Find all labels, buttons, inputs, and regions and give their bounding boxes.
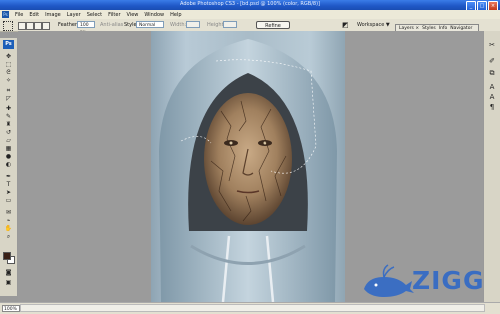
app-logo: Ps	[2, 11, 9, 18]
zoom-icon[interactable]: ⌕	[4, 234, 13, 240]
quick-mask-icon[interactable]: ◙	[4, 270, 13, 276]
screen-mode-icon[interactable]: ▣	[4, 280, 13, 286]
tools-icon[interactable]: ✂	[488, 41, 496, 49]
lasso-icon[interactable]: ᘓ	[4, 70, 13, 76]
menu-file[interactable]: File	[12, 12, 26, 18]
menu-filter[interactable]: Filter	[105, 12, 123, 18]
workspace-button[interactable]: Workspace ▼	[357, 22, 390, 28]
window-title: Adobe Photoshop CS3 - [bd.psd @ 100% (co…	[180, 1, 320, 7]
foreground-color-swatch[interactable]	[3, 252, 11, 260]
zoom-field[interactable]: 100%	[2, 305, 20, 312]
history-brush-icon[interactable]: ↺	[4, 130, 13, 136]
char-icon[interactable]: A	[488, 93, 496, 101]
menu-view[interactable]: View	[124, 12, 142, 18]
menu-edit[interactable]: Edit	[26, 12, 42, 18]
slice-icon[interactable]: ◸	[4, 96, 13, 102]
magic-wand-icon[interactable]: ✧	[4, 78, 13, 84]
brush-panel-icon[interactable]: ✐	[488, 57, 496, 65]
document-canvas[interactable]	[151, 31, 345, 302]
ps-badge: Ps	[3, 40, 14, 49]
blur-icon[interactable]: ●	[4, 154, 13, 160]
dodge-icon[interactable]: ◐	[4, 162, 13, 168]
notes-icon[interactable]: ✉	[4, 210, 13, 216]
feather-input[interactable]: 100 px	[77, 21, 95, 35]
horizontal-scrollbar[interactable]	[20, 304, 485, 312]
hand-icon[interactable]: ✋	[4, 226, 13, 232]
menu-help[interactable]: Help	[167, 12, 184, 18]
height-input[interactable]	[223, 21, 237, 28]
marquee-preset-icon[interactable]	[3, 21, 13, 31]
width-label: Width:	[170, 22, 187, 28]
title-bar: Adobe Photoshop CS3 - [bd.psd @ 100% (co…	[0, 0, 500, 11]
eraser-icon[interactable]: ▱	[4, 138, 13, 144]
path-select-icon[interactable]: ➤	[4, 190, 13, 196]
marquee-icon[interactable]: ⬚	[4, 62, 13, 68]
antialias-label: Anti-alias	[100, 22, 124, 28]
portrait-image	[159, 39, 337, 302]
zigg-watermark: ZIGG	[360, 263, 495, 301]
pen-icon[interactable]: ✒	[4, 174, 13, 180]
stamp-icon[interactable]: ♜	[4, 122, 13, 128]
whale-logo-icon	[364, 264, 414, 297]
right-dock: ✂ ✐ ⧉ A A ¶	[483, 31, 500, 302]
subtract-selection-icon[interactable]	[34, 22, 42, 30]
adjust-icon[interactable]: A	[488, 83, 496, 91]
tools-panel: Ps ✥ ⬚ ᘓ ✧ ⌗ ◸ ✚ ✎ ♜ ↺ ▱ ▦ ● ◐ ✒ T ➤ ▭ ✉…	[0, 38, 18, 296]
watermark-text: ZIGG	[412, 266, 485, 295]
menu-image[interactable]: Image	[42, 12, 64, 18]
menu-layer[interactable]: Layer	[64, 12, 84, 18]
style-select[interactable]: Normal	[136, 21, 164, 28]
para-icon[interactable]: ¶	[488, 103, 496, 111]
shape-icon[interactable]: ▭	[4, 198, 13, 204]
type-icon[interactable]: T	[4, 182, 13, 188]
gradient-icon[interactable]: ▦	[4, 146, 13, 152]
healing-icon[interactable]: ✚	[4, 106, 13, 112]
menu-select[interactable]: Select	[84, 12, 105, 18]
crop-icon[interactable]: ⌗	[4, 88, 13, 94]
feather-label: Feather:	[58, 22, 79, 28]
refine-edge-button[interactable]: Refine Edge...	[256, 21, 290, 37]
move-icon[interactable]: ✥	[4, 54, 13, 60]
eyedropper-icon[interactable]: ⌁	[4, 218, 13, 224]
add-selection-icon[interactable]	[26, 22, 34, 30]
width-input[interactable]	[186, 21, 200, 28]
swatches-icon[interactable]: ⧉	[488, 69, 496, 77]
brush-icon[interactable]: ✎	[4, 114, 13, 120]
workspace-icon[interactable]: ◩	[342, 21, 349, 29]
intersect-selection-icon[interactable]	[42, 22, 50, 30]
menu-window[interactable]: Window	[141, 12, 167, 18]
new-selection-icon[interactable]	[18, 22, 26, 30]
